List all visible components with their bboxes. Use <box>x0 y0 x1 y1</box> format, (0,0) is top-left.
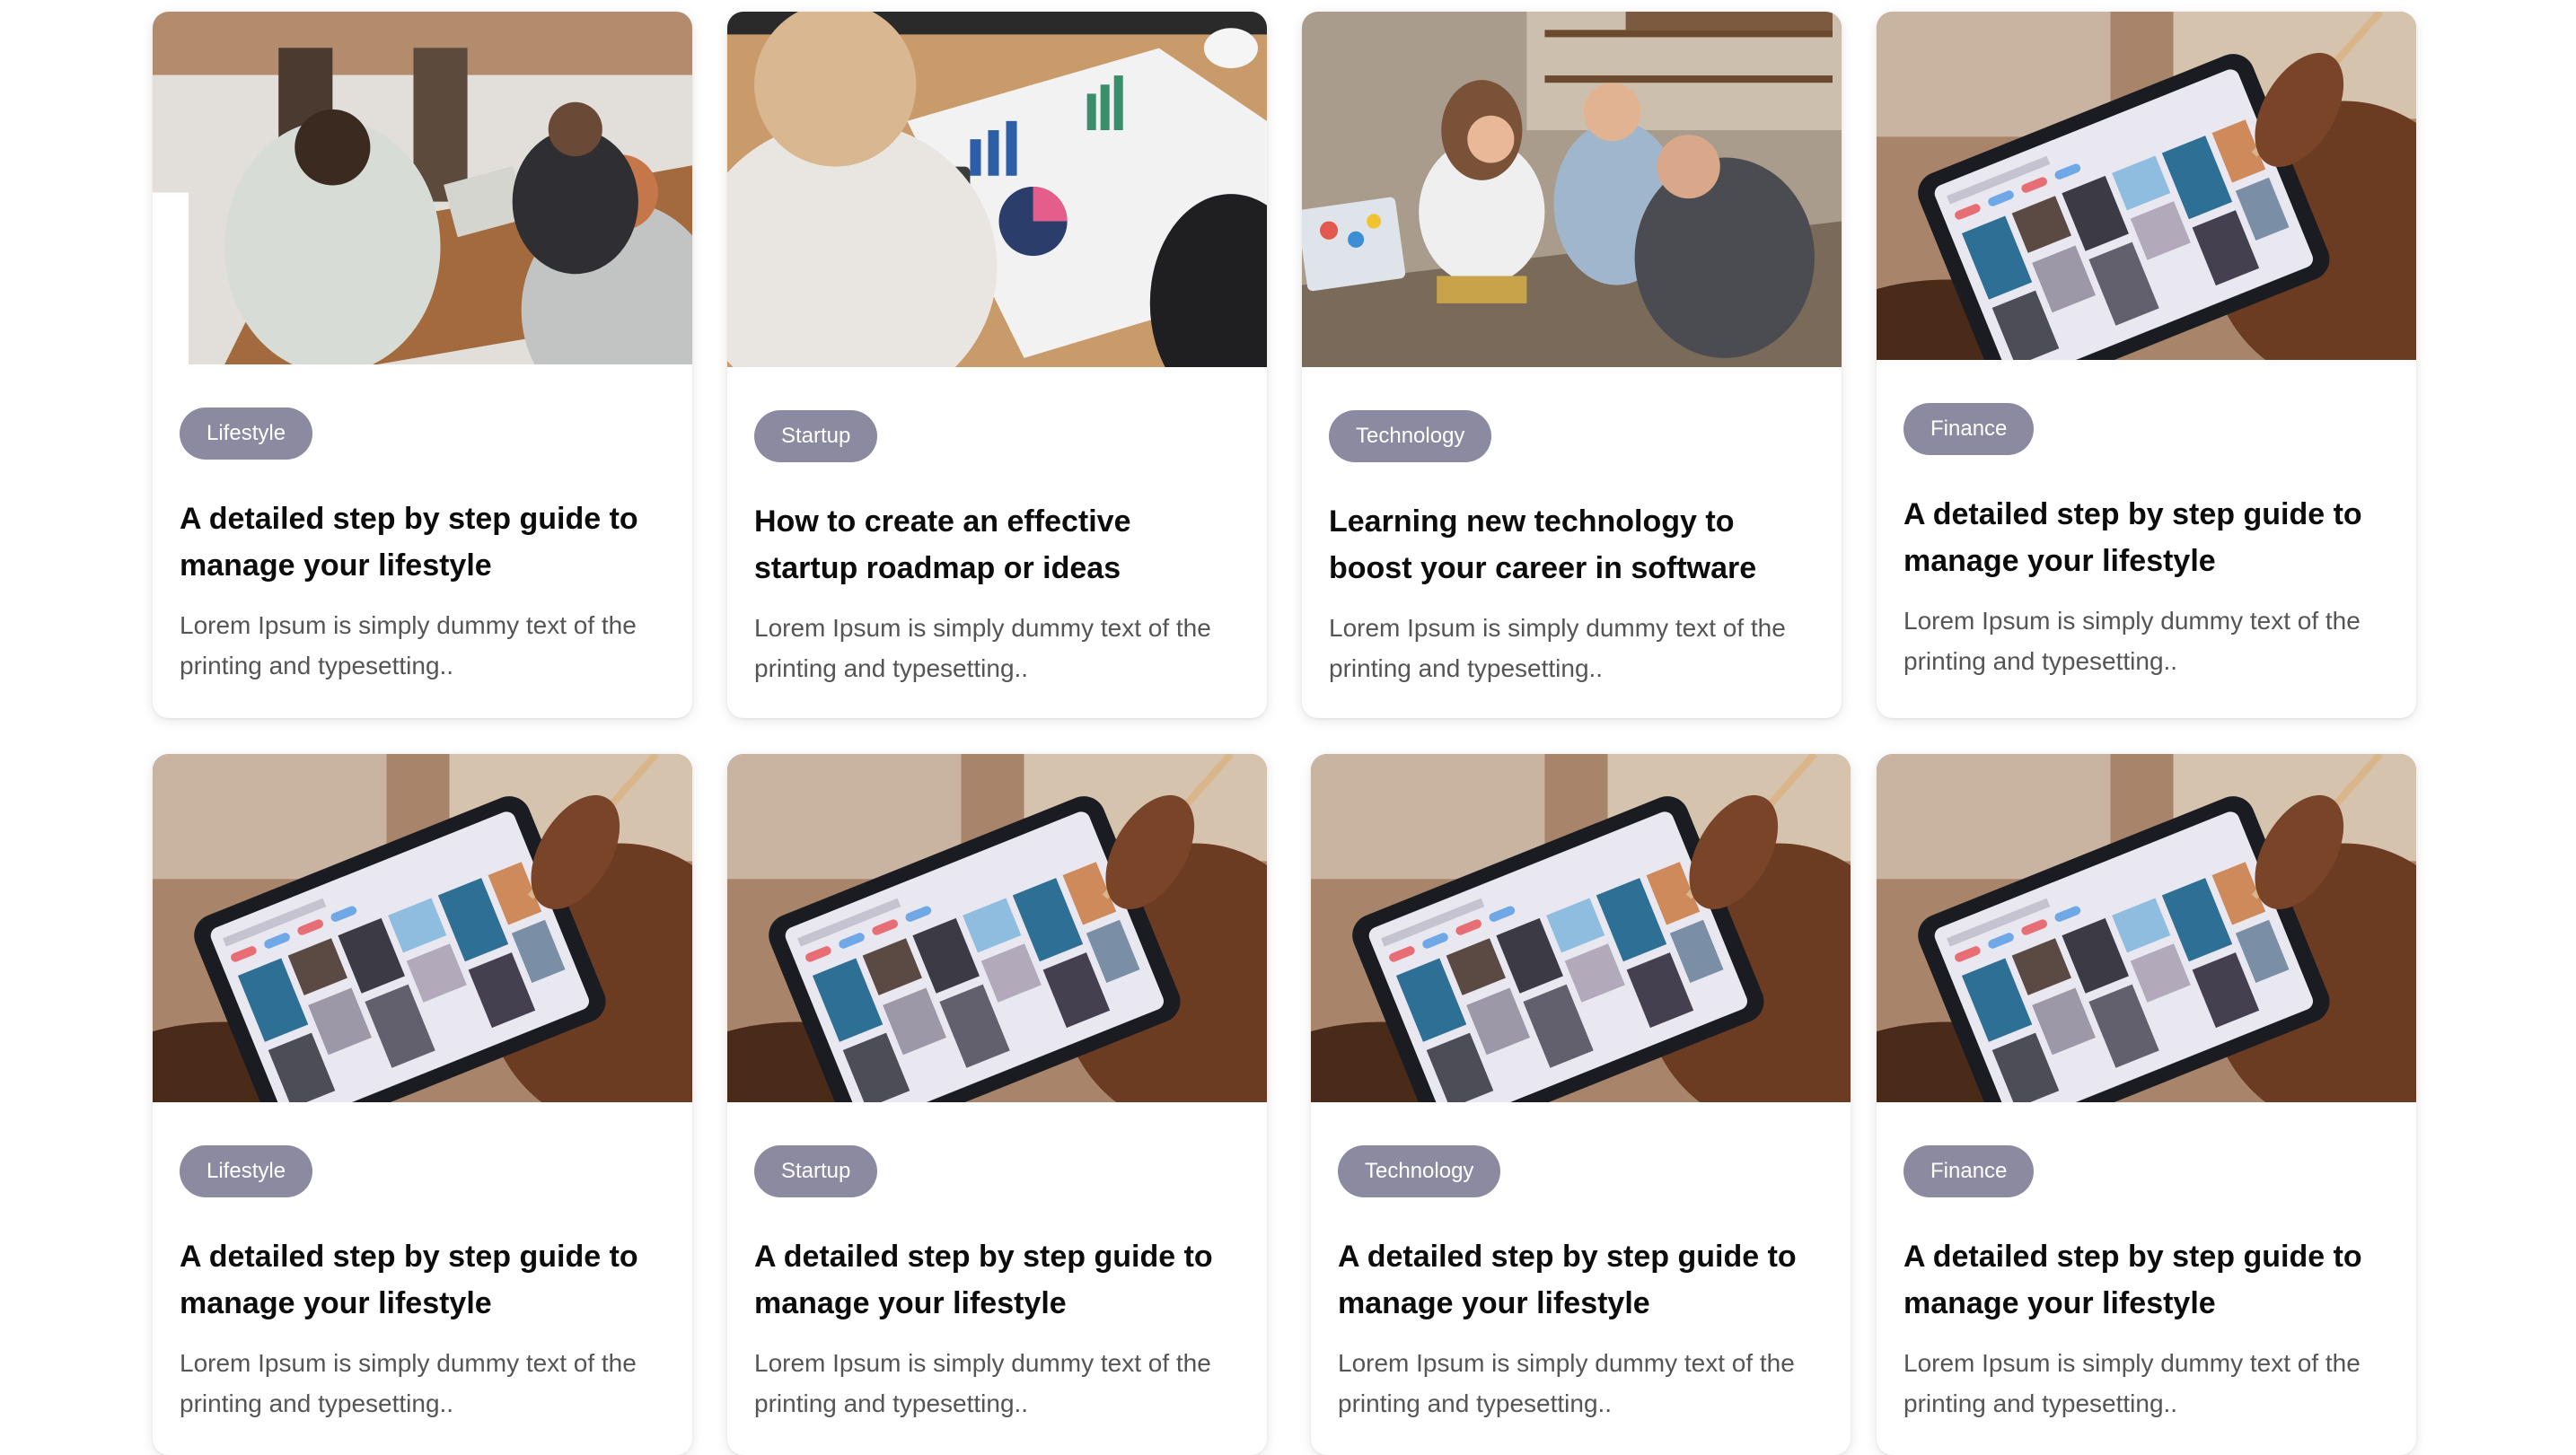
card-body: Startup How to create an effective start… <box>727 367 1267 718</box>
post-excerpt: Lorem Ipsum is simply dummy text of the … <box>1903 1349 2361 1417</box>
blog-card[interactable]: Finance A detailed step by step guide to… <box>1877 12 2416 718</box>
blog-card[interactable]: Technology A detailed step by step guide… <box>1311 754 1851 1455</box>
card-image[interactable] <box>1311 754 1851 1102</box>
category-tag[interactable]: Lifestyle <box>180 408 313 460</box>
card-body: Technology Learning new technology to bo… <box>1302 367 1842 718</box>
card-image[interactable] <box>153 12 692 364</box>
post-title[interactable]: A detailed step by step guide to manage … <box>180 495 665 589</box>
card-body: Lifestyle A detailed step by step guide … <box>153 1102 692 1455</box>
category-tag[interactable]: Startup <box>754 1145 878 1197</box>
post-excerpt: Lorem Ipsum is simply dummy text of the … <box>1903 607 2361 675</box>
charts-calculator-photo <box>727 12 1267 367</box>
tablet-gallery-photo <box>153 754 692 1102</box>
post-excerpt: Lorem Ipsum is simply dummy text of the … <box>754 1349 1211 1417</box>
blog-card[interactable]: Startup A detailed step by step guide to… <box>727 754 1267 1455</box>
post-excerpt: Lorem Ipsum is simply dummy text of the … <box>1338 1349 1795 1417</box>
blog-card[interactable]: Lifestyle A detailed step by step guide … <box>153 754 692 1455</box>
card-body: Startup A detailed step by step guide to… <box>727 1102 1267 1455</box>
post-excerpt: Lorem Ipsum is simply dummy text of the … <box>180 1349 637 1417</box>
card-image[interactable] <box>153 754 692 1102</box>
office-meeting-photo <box>153 12 692 364</box>
blog-card[interactable]: Technology Learning new technology to bo… <box>1302 12 1842 718</box>
category-tag[interactable]: Lifestyle <box>180 1145 313 1197</box>
blog-card[interactable]: Lifestyle A detailed step by step guide … <box>153 12 692 718</box>
blog-card[interactable]: Finance A detailed step by step guide to… <box>1877 754 2416 1455</box>
card-image[interactable] <box>1877 754 2416 1102</box>
blog-card[interactable]: Startup How to create an effective start… <box>727 12 1267 718</box>
card-image[interactable] <box>1877 12 2416 360</box>
post-excerpt: Lorem Ipsum is simply dummy text of the … <box>180 611 637 679</box>
category-tag[interactable]: Finance <box>1903 1145 2035 1197</box>
card-body: Finance A detailed step by step guide to… <box>1877 1102 2416 1455</box>
card-body: Lifestyle A detailed step by step guide … <box>153 364 692 718</box>
tablet-gallery-photo <box>1877 754 2416 1102</box>
post-title[interactable]: Learning new technology to boost your ca… <box>1329 498 1815 592</box>
category-tag[interactable]: Technology <box>1329 410 1492 462</box>
post-title[interactable]: How to create an effective startup roadm… <box>754 498 1240 592</box>
post-excerpt: Lorem Ipsum is simply dummy text of the … <box>754 614 1211 682</box>
category-tag[interactable]: Technology <box>1338 1145 1501 1197</box>
post-excerpt: Lorem Ipsum is simply dummy text of the … <box>1329 614 1786 682</box>
post-title[interactable]: A detailed step by step guide to manage … <box>1903 491 2389 584</box>
post-title[interactable]: A detailed step by step guide to manage … <box>1903 1233 2389 1327</box>
category-tag[interactable]: Startup <box>754 410 878 462</box>
tablet-gallery-photo <box>1311 754 1851 1102</box>
card-image[interactable] <box>727 12 1267 367</box>
students-laptop-photo <box>1302 12 1842 367</box>
post-title[interactable]: A detailed step by step guide to manage … <box>180 1233 665 1327</box>
post-title[interactable]: A detailed step by step guide to manage … <box>754 1233 1240 1327</box>
card-body: Technology A detailed step by step guide… <box>1311 1102 1851 1455</box>
post-title[interactable]: A detailed step by step guide to manage … <box>1338 1233 1824 1327</box>
tablet-gallery-photo <box>727 754 1267 1102</box>
blog-card-grid: Lifestyle A detailed step by step guide … <box>0 0 2576 1455</box>
tablet-gallery-photo <box>1877 12 2416 360</box>
card-body: Finance A detailed step by step guide to… <box>1877 360 2416 714</box>
category-tag[interactable]: Finance <box>1903 403 2035 455</box>
card-image[interactable] <box>727 754 1267 1102</box>
card-image[interactable] <box>1302 12 1842 367</box>
